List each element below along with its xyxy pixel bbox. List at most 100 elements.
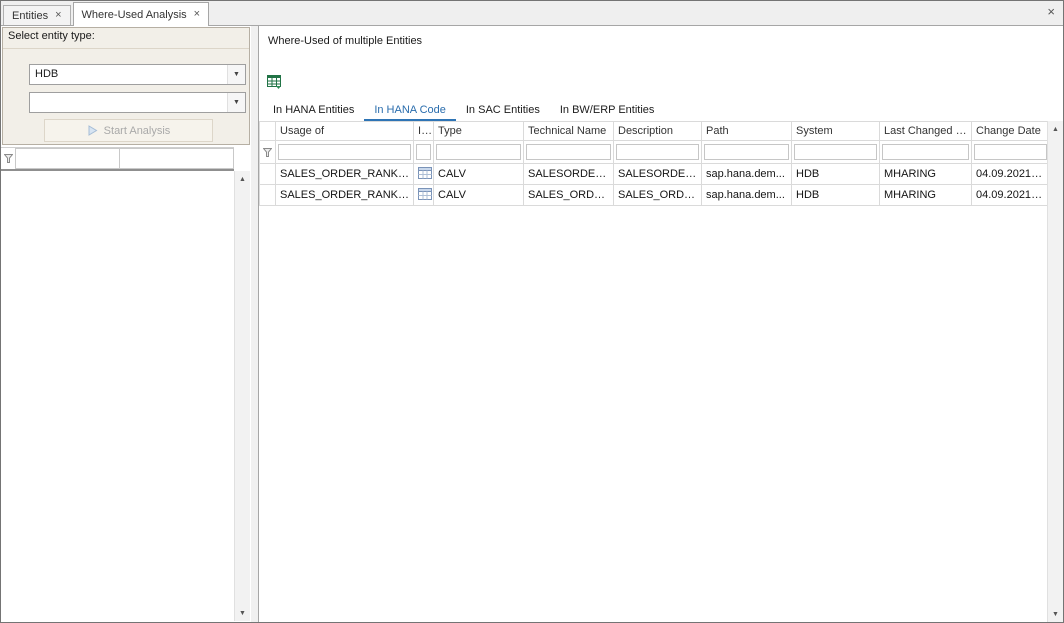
filter-cell <box>414 141 434 164</box>
filter-input[interactable] <box>278 144 411 160</box>
col-type[interactable]: Type <box>434 122 524 141</box>
right-scrollbar[interactable]: ▲ ▼ <box>1047 121 1063 622</box>
cell-path: sap.hana.dem... <box>702 185 792 206</box>
tab-label: Entities <box>12 10 48 22</box>
col-change-date[interactable]: Change Date <box>972 122 1050 141</box>
cell-technical-name: SALESORDER_... <box>524 164 614 185</box>
panel-title: Where-Used of multiple Entities <box>268 35 422 47</box>
entity-type-groupbox: Select entity type: HDB ▼ ▼ Start Analys… <box>2 27 250 145</box>
cell-last-changed-by: MHARING <box>880 185 972 206</box>
scrollbar-track[interactable] <box>1048 137 1063 606</box>
scroll-up-button[interactable]: ▲ <box>235 171 250 187</box>
tab-label: Where-Used Analysis <box>82 9 187 21</box>
cell-technical-name: SALES_ORDER... <box>524 185 614 206</box>
tab-in-hana-entities[interactable]: In HANA Entities <box>263 100 364 121</box>
cell-last-changed-by: MHARING <box>880 164 972 185</box>
dropdown-value <box>30 93 227 112</box>
col-last-changed-by[interactable]: Last Changed By <box>880 122 972 141</box>
start-analysis-button[interactable]: Start Analysis <box>44 119 213 142</box>
cell-type: CALV <box>434 164 524 185</box>
cell-type-icon <box>414 185 434 206</box>
col-icon[interactable]: I... <box>414 122 434 141</box>
entity-type-dropdown[interactable]: HDB ▼ <box>29 64 246 85</box>
col-technical-name[interactable]: Technical Name <box>524 122 614 141</box>
col-usage-of[interactable]: Usage of <box>276 122 414 141</box>
excel-icon <box>266 73 282 89</box>
window-close-icon[interactable]: × <box>1047 5 1055 18</box>
scroll-down-button[interactable]: ▼ <box>235 605 250 621</box>
cell-type-icon <box>414 164 434 185</box>
tab-label: In BW/ERP Entities <box>560 104 655 116</box>
left-scrollbar[interactable]: ▲ ▼ <box>234 171 250 621</box>
row-indicator-cell <box>260 164 276 185</box>
filter-input[interactable] <box>416 144 431 160</box>
filter-cell <box>702 141 792 164</box>
tab-in-sac-entities[interactable]: In SAC Entities <box>456 100 550 121</box>
main-panel: Where-Used of multiple Entities In HANA … <box>258 26 1063 622</box>
app-window: Entities × Where-Used Analysis × × Selec… <box>0 0 1064 623</box>
cell-system: HDB <box>792 185 880 206</box>
table-row[interactable]: SALES_ORDER_RANKING CALV SALESORDER <box>260 164 1050 185</box>
export-excel-button[interactable] <box>263 70 285 92</box>
cell-change-date: 04.09.2021 09... <box>972 185 1050 206</box>
cell-usage-of: SALES_ORDER_RANKING <box>276 164 414 185</box>
cell-description: SALES_ORDER... <box>614 185 702 206</box>
tab-entities[interactable]: Entities × <box>3 5 71 25</box>
filter-input[interactable] <box>974 144 1047 160</box>
panel-splitter[interactable] <box>251 26 258 622</box>
tab-label: In HANA Code <box>374 104 446 116</box>
col-system[interactable]: System <box>792 122 880 141</box>
header-row: Usage of I... Type Technical Name Descri… <box>260 122 1050 141</box>
header-indicator-cell <box>260 122 276 141</box>
col-description[interactable]: Description <box>614 122 702 141</box>
table-row[interactable]: SALES_ORDER_RANKING CALV SALES_ORDE <box>260 185 1050 206</box>
col-path[interactable]: Path <box>702 122 792 141</box>
tab-close-icon[interactable]: × <box>194 9 200 20</box>
tab-close-icon[interactable]: × <box>55 10 61 21</box>
filter-cell <box>276 141 414 164</box>
cell-system: HDB <box>792 164 880 185</box>
results-grid: Usage of I... Type Technical Name Descri… <box>259 121 1050 206</box>
scroll-up-icon: ▲ <box>1052 126 1059 133</box>
cell-type: CALV <box>434 185 524 206</box>
tab-label: In HANA Entities <box>273 104 354 116</box>
filter-input[interactable] <box>616 144 699 160</box>
dropdown-value: HDB <box>30 65 227 84</box>
scroll-up-icon: ▲ <box>239 176 246 183</box>
start-analysis-label: Start Analysis <box>104 125 171 137</box>
filter-input[interactable] <box>436 144 521 160</box>
filter-funnel-icon <box>262 143 273 161</box>
tab-label: In SAC Entities <box>466 104 540 116</box>
scroll-up-button[interactable]: ▲ <box>1048 121 1063 137</box>
filter-input[interactable] <box>882 144 969 160</box>
row-indicator-cell <box>260 185 276 206</box>
document-tabbar: Entities × Where-Used Analysis × <box>1 1 1063 26</box>
filter-input[interactable] <box>794 144 877 160</box>
tab-in-bw-erp-entities[interactable]: In BW/ERP Entities <box>550 100 665 121</box>
filter-funnel-icon <box>1 148 15 169</box>
filter-input[interactable] <box>704 144 789 160</box>
tab-where-used-analysis[interactable]: Where-Used Analysis × <box>73 2 210 26</box>
cell-description: SALESORDER_... <box>614 164 702 185</box>
tab-in-hana-code[interactable]: In HANA Code <box>364 100 456 121</box>
scroll-down-button[interactable]: ▼ <box>1048 606 1063 622</box>
calc-view-icon <box>418 188 432 200</box>
filter-cell <box>972 141 1050 164</box>
tree-filter-cell[interactable] <box>119 148 234 169</box>
filter-cell <box>792 141 880 164</box>
filter-cell <box>880 141 972 164</box>
cell-usage-of: SALES_ORDER_RANKING <box>276 185 414 206</box>
filter-cell <box>614 141 702 164</box>
entity-dropdown[interactable]: ▼ <box>29 92 246 113</box>
play-icon <box>87 125 98 136</box>
cell-path: sap.hana.dem... <box>702 164 792 185</box>
scrollbar-track[interactable] <box>235 187 250 605</box>
dropdown-arrow-icon[interactable]: ▼ <box>227 93 245 112</box>
filter-cell <box>524 141 614 164</box>
dropdown-arrow-icon[interactable]: ▼ <box>227 65 245 84</box>
filter-input[interactable] <box>526 144 611 160</box>
cell-change-date: 04.09.2021 09... <box>972 164 1050 185</box>
filter-funnel-cell <box>260 141 276 164</box>
filter-row <box>260 141 1050 164</box>
tree-filter-cell[interactable] <box>15 148 120 169</box>
